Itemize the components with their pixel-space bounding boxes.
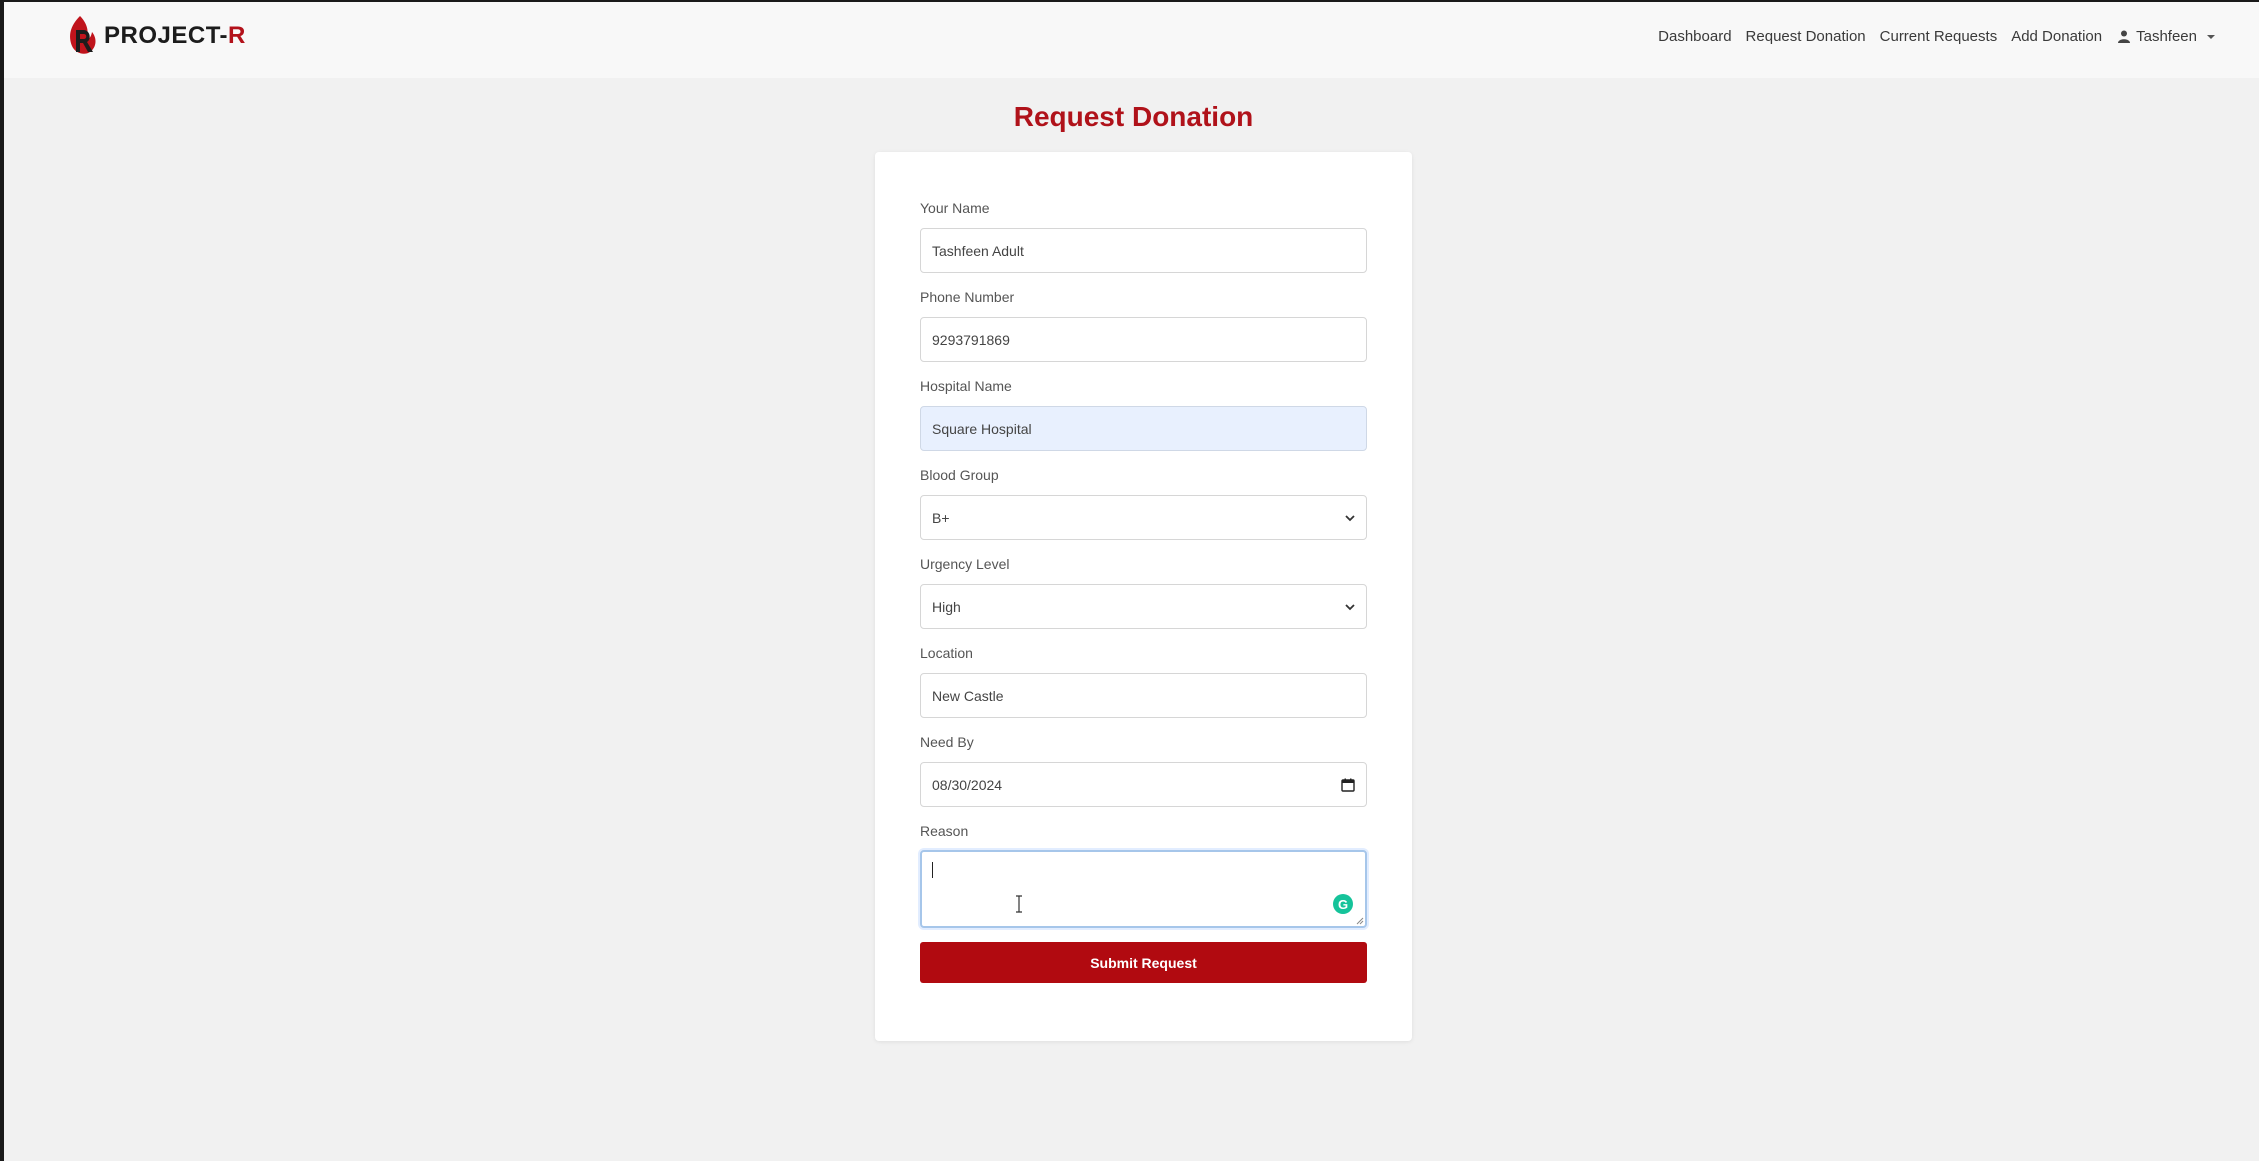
reason-textarea[interactable]: G [920,850,1367,928]
caret-down-icon [2207,34,2215,39]
phone-value: 9293791869 [932,331,1010,348]
user-name: Tashfeen [2136,28,2197,45]
urgency-value: High [932,598,961,615]
reason-label: Reason [920,823,969,839]
hospital-input[interactable]: Square Hospital [920,406,1367,451]
page: PROJECT-R Dashboard Request Donation Cur… [0,0,2259,1161]
phone-label: Phone Number [920,289,1015,305]
blood-group-select[interactable]: B+ [920,495,1367,540]
chevron-down-icon [1345,514,1355,521]
blood-group-label: Blood Group [920,467,999,483]
location-value: New Castle [932,687,1004,704]
hospital-value: Square Hospital [932,420,1032,437]
page-title: Request Donation [1013,101,1254,132]
urgency-select[interactable]: High [920,584,1367,629]
grammarly-icon[interactable]: G [1333,894,1353,914]
name-value: Tashfeen Adult [932,242,1024,259]
chevron-down-icon [1345,603,1355,610]
need-by-date-input[interactable]: 08/30/2024 [920,762,1367,807]
need-by-value: 08/30/2024 [932,776,1003,793]
flame-r-logo-icon [70,16,96,54]
brand[interactable]: PROJECT-R [64,14,246,58]
nav-current-requests-link[interactable]: Current Requests [1880,28,1998,45]
nav-links: Dashboard Request Donation Current Reque… [1658,28,2215,45]
resize-grip-icon[interactable] [1356,917,1364,925]
nav-add-donation-link[interactable]: Add Donation [2011,28,2102,45]
request-form-card: Your Name Tashfeen Adult Phone Number 92… [875,152,1412,1041]
nav-dashboard-link[interactable]: Dashboard [1658,28,1731,45]
text-caret [932,862,933,878]
brand-name: PROJECT-R [104,22,246,49]
submit-request-button[interactable]: Submit Request [920,942,1367,983]
user-menu-dropdown[interactable]: Tashfeen [2118,28,2215,45]
location-input[interactable]: New Castle [920,673,1367,718]
urgency-label: Urgency Level [920,556,1010,572]
hospital-label: Hospital Name [920,378,1012,394]
location-label: Location [920,645,973,661]
nav-request-donation-link[interactable]: Request Donation [1746,28,1866,45]
text-cursor-icon [1016,895,1022,913]
blood-group-value: B+ [932,509,950,526]
need-by-label: Need By [920,734,974,750]
user-icon [2118,30,2131,43]
name-label: Your Name [920,200,990,216]
phone-input[interactable]: 9293791869 [920,317,1367,362]
calendar-icon[interactable] [1341,778,1355,792]
navbar: PROJECT-R Dashboard Request Donation Cur… [4,2,2259,78]
name-input[interactable]: Tashfeen Adult [920,228,1367,273]
